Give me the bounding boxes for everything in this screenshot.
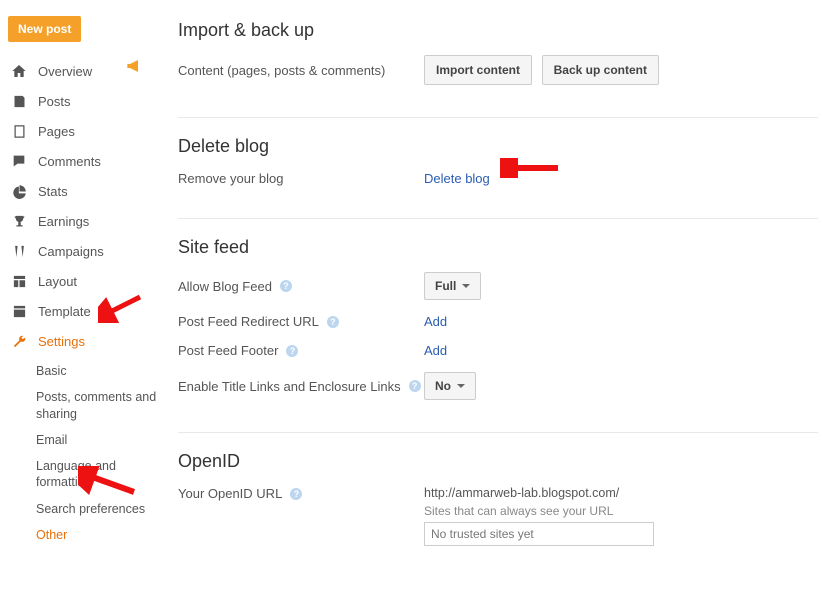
- backup-content-button[interactable]: Back up content: [542, 55, 659, 85]
- section-import-backup: Import & back up Content (pages, posts &…: [178, 20, 818, 118]
- nav-template[interactable]: Template: [8, 296, 168, 326]
- nav-stats[interactable]: Stats: [8, 176, 168, 206]
- trophy-icon: [10, 212, 28, 230]
- redirect-add-link[interactable]: Add: [424, 314, 447, 329]
- nav-layout[interactable]: Layout: [8, 266, 168, 296]
- nav-label: Layout: [38, 274, 77, 289]
- section-title: Import & back up: [178, 20, 818, 41]
- nav-earnings[interactable]: Earnings: [8, 206, 168, 236]
- sub-language[interactable]: Language and formatting: [36, 453, 168, 496]
- section-openid: OpenID Your OpenID URL ? http://ammarweb…: [178, 451, 818, 578]
- openid-label: Your OpenID URL: [178, 486, 282, 501]
- layout-icon: [10, 272, 28, 290]
- house-icon: [10, 62, 28, 80]
- new-post-button[interactable]: New post: [8, 16, 81, 42]
- delete-blog-link[interactable]: Delete blog: [424, 171, 490, 186]
- enable-links-dropdown[interactable]: No: [424, 372, 476, 400]
- announcement-icon: [126, 60, 142, 75]
- section-site-feed: Site feed Allow Blog Feed ? Full Post Fe…: [178, 237, 818, 433]
- nav-label: Pages: [38, 124, 75, 139]
- sub-basic[interactable]: Basic: [36, 358, 168, 384]
- allow-feed-label: Allow Blog Feed: [178, 279, 272, 294]
- allow-feed-dropdown[interactable]: Full: [424, 272, 481, 300]
- import-content-button[interactable]: Import content: [424, 55, 532, 85]
- help-icon[interactable]: ?: [280, 280, 292, 292]
- help-icon[interactable]: ?: [290, 488, 302, 500]
- nav-comments[interactable]: Comments: [8, 146, 168, 176]
- document-icon: [10, 92, 28, 110]
- nav-list: Overview Posts Pages Comments Stats: [8, 56, 168, 356]
- help-icon[interactable]: ?: [327, 316, 339, 328]
- chevron-down-icon: [462, 284, 470, 288]
- nav-label: Earnings: [38, 214, 89, 229]
- sidebar: New post Overview Posts Pages Comments: [8, 16, 168, 548]
- wrench-icon: [10, 332, 28, 350]
- nav-posts[interactable]: Posts: [8, 86, 168, 116]
- nav-campaigns[interactable]: Campaigns: [8, 236, 168, 266]
- redirect-url-label: Post Feed Redirect URL: [178, 314, 319, 329]
- openid-sub: Sites that can always see your URL: [424, 504, 818, 518]
- import-backup-desc: Content (pages, posts & comments): [178, 63, 424, 78]
- help-icon[interactable]: ?: [409, 380, 421, 392]
- section-title: Delete blog: [178, 136, 818, 157]
- comment-icon: [10, 152, 28, 170]
- sub-other[interactable]: Other: [36, 522, 168, 548]
- section-delete-blog: Delete blog Remove your blog Delete blog: [178, 136, 818, 219]
- nav-label: Stats: [38, 184, 68, 199]
- sub-posts-comments[interactable]: Posts, comments and sharing: [36, 384, 168, 427]
- delete-blog-desc: Remove your blog: [178, 171, 424, 186]
- settings-submenu: Basic Posts, comments and sharing Email …: [36, 358, 168, 548]
- campaigns-icon: [10, 242, 28, 260]
- dropdown-value: No: [435, 379, 451, 393]
- template-icon: [10, 302, 28, 320]
- openid-url: http://ammarweb-lab.blogspot.com/: [424, 486, 818, 500]
- pages-icon: [10, 122, 28, 140]
- sub-search-preferences[interactable]: Search preferences: [36, 496, 168, 522]
- sub-email[interactable]: Email: [36, 427, 168, 453]
- nav-settings[interactable]: Settings: [8, 326, 168, 356]
- feed-footer-label: Post Feed Footer: [178, 343, 278, 358]
- main-content: Import & back up Content (pages, posts &…: [178, 20, 818, 596]
- nav-pages[interactable]: Pages: [8, 116, 168, 146]
- nav-label: Campaigns: [38, 244, 104, 259]
- nav-label: Comments: [38, 154, 101, 169]
- openid-trusted-box: No trusted sites yet: [424, 522, 654, 546]
- nav-label: Template: [38, 304, 91, 319]
- nav-label: Posts: [38, 94, 71, 109]
- nav-overview[interactable]: Overview: [8, 56, 168, 86]
- help-icon[interactable]: ?: [286, 345, 298, 357]
- chevron-down-icon: [457, 384, 465, 388]
- section-title: Site feed: [178, 237, 818, 258]
- section-title: OpenID: [178, 451, 818, 472]
- enable-links-label: Enable Title Links and Enclosure Links: [178, 379, 401, 394]
- piechart-icon: [10, 182, 28, 200]
- dropdown-value: Full: [435, 279, 456, 293]
- nav-label: Settings: [38, 334, 85, 349]
- footer-add-link[interactable]: Add: [424, 343, 447, 358]
- nav-label: Overview: [38, 64, 92, 79]
